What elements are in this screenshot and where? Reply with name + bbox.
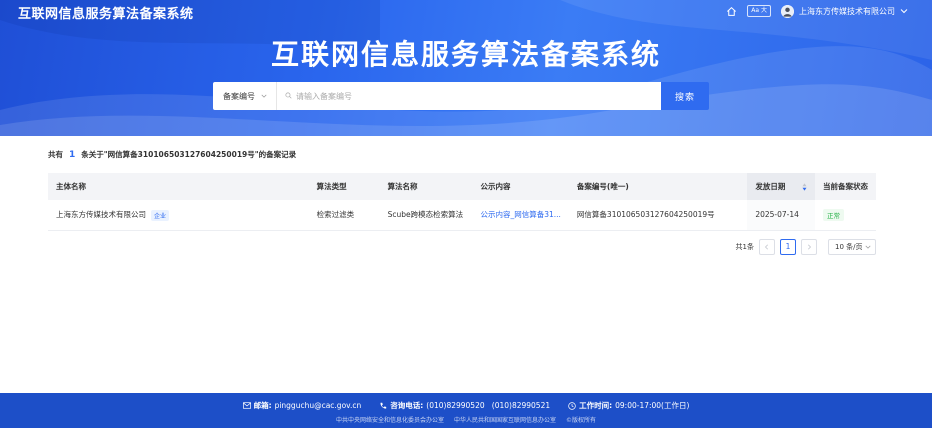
footer-org-2: 中华人民共和国国家互联网信息办公室 xyxy=(453,417,556,424)
sort-icon[interactable] xyxy=(802,183,807,191)
status-badge: 正常 xyxy=(822,208,844,221)
search-field-select[interactable]: 备案编号 xyxy=(213,82,277,110)
avatar xyxy=(781,4,794,18)
home-icon[interactable] xyxy=(726,6,737,17)
footer-email: 邮箱: pingguchu@cac.gov.cn xyxy=(242,400,362,411)
hours-value: 09:00-17:00(工作日) xyxy=(615,401,690,410)
search-button[interactable]: 搜索 xyxy=(661,82,709,110)
chevron-down-icon xyxy=(865,245,871,249)
cell-record-no: 网信算备310106503127604250019号 xyxy=(576,210,715,220)
cell-status: 正常 xyxy=(815,200,876,230)
footer-copyright: ©版权所有 xyxy=(566,417,597,424)
footer: 邮箱: pingguchu@cac.gov.cn 咨询电话: (010)8299… xyxy=(0,393,932,428)
chevron-right-icon xyxy=(807,243,812,250)
hero-banner: 互联网信息服务算法备案系统 Aa 大 上海东方传媒技术有限公司 互联网信息服务算… xyxy=(0,0,932,136)
clock-icon xyxy=(568,401,576,410)
summary-suffix: 条关于"网信算备310106503127604250019号"的备案记录 xyxy=(81,150,297,159)
search-input[interactable] xyxy=(296,91,636,101)
font-size-toggle[interactable]: Aa 大 xyxy=(747,5,771,17)
mail-icon xyxy=(242,401,251,410)
column-header-record-no: 备案编号(唯一) xyxy=(576,182,629,191)
pagination: 共1条 1 10 条/页 xyxy=(736,238,876,255)
entity-name: 上海东方传媒技术有限公司 xyxy=(56,210,146,219)
prev-page-button[interactable] xyxy=(759,238,775,255)
summary-prefix: 共有 xyxy=(48,150,63,159)
email-value[interactable]: pingguchu@cac.gov.cn xyxy=(275,401,362,410)
search-input-wrapper xyxy=(277,82,661,110)
company-name: 上海东方传媒技术有限公司 xyxy=(799,6,895,16)
phone-value: (010)82990520 (010)82990521 xyxy=(426,401,551,410)
hero-title: 互联网信息服务算法备案系统 xyxy=(270,38,661,71)
results-table: 主体名称 算法类型 算法名称 公示内容 备案编号(唯一) 发放日期 当前备案状态… xyxy=(48,173,876,231)
footer-phone: 咨询电话: (010)82990520 (010)82990521 xyxy=(379,400,550,411)
footer-contact: 邮箱: pingguchu@cac.gov.cn 咨询电话: (010)8299… xyxy=(0,400,932,411)
content-link[interactable]: 公示内容_网信算备31... xyxy=(480,210,560,219)
user-menu[interactable]: 上海东方传媒技术有限公司 xyxy=(781,4,908,18)
cell-name: Scube跨模态检索算法 xyxy=(387,210,464,220)
phone-label: 咨询电话: xyxy=(390,401,424,410)
column-header-type: 算法类型 xyxy=(316,182,347,191)
phone-icon xyxy=(379,402,387,410)
result-count: 1 xyxy=(69,149,76,160)
chevron-down-icon xyxy=(261,92,267,101)
cell-content: 公示内容_网信算备31... xyxy=(472,200,568,230)
table-row: 上海东方传媒技术有限公司 企业 检索过滤类 Scube跨模态检索算法 公示内容_网… xyxy=(48,200,876,230)
column-header-date[interactable]: 发放日期 xyxy=(747,173,815,200)
cell-entity: 上海东方传媒技术有限公司 企业 xyxy=(48,200,309,230)
column-header-content: 公示内容 xyxy=(480,182,511,191)
search-bar: 备案编号 搜索 xyxy=(213,82,709,110)
cell-type: 检索过滤类 xyxy=(316,210,355,220)
site-title: 互联网信息服务算法备案系统 xyxy=(18,7,194,22)
chevron-down-icon xyxy=(900,7,908,15)
column-header-status: 当前备案状态 xyxy=(822,182,868,191)
footer-orgs: 中共中央网络安全和信息化委员会办公室 中华人民共和国国家互联网信息办公室 ©版权… xyxy=(0,415,932,424)
table-header-row: 主体名称 算法类型 算法名称 公示内容 备案编号(唯一) 发放日期 当前备案状态 xyxy=(48,173,876,200)
search-select-label: 备案编号 xyxy=(223,91,255,101)
page-size-label: 10 条/页 xyxy=(835,242,863,251)
footer-hours: 工作时间: 09:00-17:00(工作日) xyxy=(568,400,689,411)
top-right-toolbar: Aa 大 上海东方传媒技术有限公司 xyxy=(726,4,908,18)
page-size-select[interactable]: 10 条/页 xyxy=(828,238,876,255)
chevron-left-icon xyxy=(764,243,769,250)
entity-type-tag: 企业 xyxy=(151,209,170,221)
hours-label: 工作时间: xyxy=(579,401,613,410)
column-header-date-label: 发放日期 xyxy=(755,182,786,191)
column-header-name: 算法名称 xyxy=(387,182,418,191)
cell-date: 2025-07-14 xyxy=(747,200,815,230)
email-label: 邮箱: xyxy=(253,401,272,410)
column-header-entity: 主体名称 xyxy=(56,182,86,191)
search-icon xyxy=(285,91,292,101)
footer-org-1: 中共中央网络安全和信息化委员会办公室 xyxy=(335,417,444,424)
page-number-current[interactable]: 1 xyxy=(780,238,796,255)
next-page-button[interactable] xyxy=(801,238,817,255)
result-summary: 共有 1 条关于"网信算备310106503127604250019号"的备案记… xyxy=(48,149,296,160)
pagination-total: 共1条 xyxy=(735,242,754,251)
